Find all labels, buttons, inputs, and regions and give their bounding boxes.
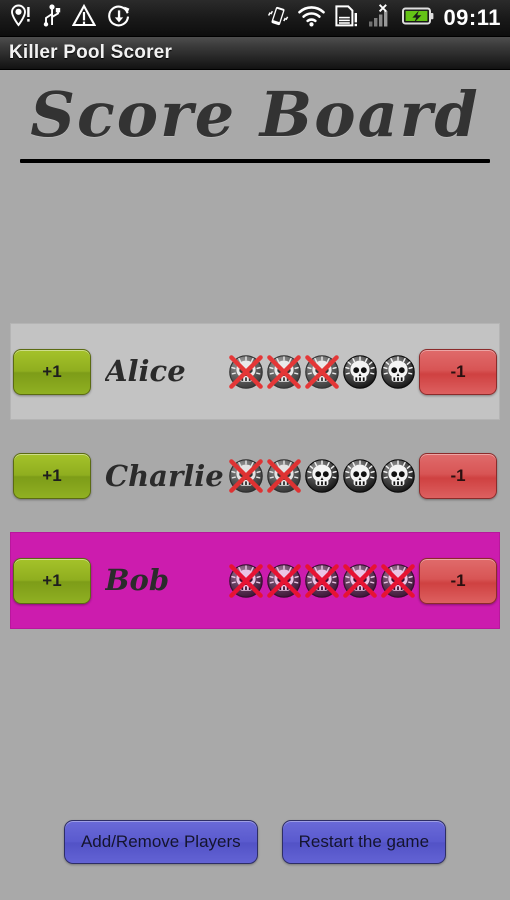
player-lives: [225, 458, 419, 494]
battery-charging-icon: [402, 6, 434, 31]
skull-crossed-icon: [228, 458, 264, 494]
header-divider: [20, 159, 490, 164]
skull-icon: [304, 458, 340, 494]
signal-no-service-icon: [367, 3, 393, 33]
skull-crossed-icon: [266, 458, 302, 494]
vibrate-icon: [267, 4, 289, 33]
bottom-button-bar: Add/Remove Players Restart the game: [0, 820, 510, 864]
player-name: Alice: [105, 357, 186, 386]
app-title: Killer Pool Scorer: [9, 42, 173, 63]
player-row: +1 Bob -1: [10, 532, 500, 629]
player-lives: [225, 354, 419, 390]
skull-crossed-icon: [342, 563, 378, 599]
app-window: 09:11 Killer Pool Scorer Score Board +1 A…: [0, 0, 510, 900]
status-bar-clock: 09:11: [443, 4, 501, 30]
skull-icon: [342, 458, 378, 494]
decrement-score-button[interactable]: -1: [419, 453, 497, 499]
location-icon: [10, 4, 32, 33]
decrement-score-button[interactable]: -1: [419, 557, 497, 604]
status-bar-left-icons: [0, 3, 131, 33]
player-list: +1 Alice -1 +1 Charlie -1 +1 Bob -1: [0, 323, 510, 651]
player-row: +1 Charlie -1: [10, 442, 500, 510]
player-name: Bob: [105, 566, 170, 595]
increment-score-button[interactable]: +1: [13, 557, 91, 604]
skull-crossed-icon: [266, 563, 302, 599]
sync-download-icon: [107, 4, 131, 33]
decrement-score-button[interactable]: -1: [419, 348, 497, 395]
status-bar-right-icons: 09:11: [267, 3, 510, 33]
wifi-icon: [298, 5, 326, 32]
add-remove-players-button[interactable]: Add/Remove Players: [63, 820, 258, 864]
player-row: +1 Alice -1: [10, 323, 500, 420]
page-title: Score Board: [30, 78, 480, 151]
increment-score-button[interactable]: +1: [13, 348, 91, 395]
skull-icon: [342, 354, 378, 390]
skull-crossed-icon: [380, 563, 416, 599]
increment-score-button[interactable]: +1: [13, 453, 91, 499]
skull-icon: [380, 458, 416, 494]
restart-game-button[interactable]: Restart the game: [281, 820, 447, 864]
score-board-header: Score Board: [0, 70, 510, 164]
usb-icon: [43, 3, 61, 33]
skull-crossed-icon: [266, 354, 302, 390]
app-title-bar: Killer Pool Scorer: [0, 37, 510, 70]
status-bar: 09:11: [0, 0, 510, 37]
sdcard-alert-icon: [334, 4, 358, 33]
player-lives: [225, 563, 419, 599]
skull-crossed-icon: [304, 354, 340, 390]
skull-crossed-icon: [304, 563, 340, 599]
player-name: Charlie: [105, 461, 224, 491]
skull-icon: [380, 354, 416, 390]
upload-warning-icon: [71, 3, 97, 33]
skull-crossed-icon: [228, 563, 264, 599]
skull-crossed-icon: [228, 354, 264, 390]
